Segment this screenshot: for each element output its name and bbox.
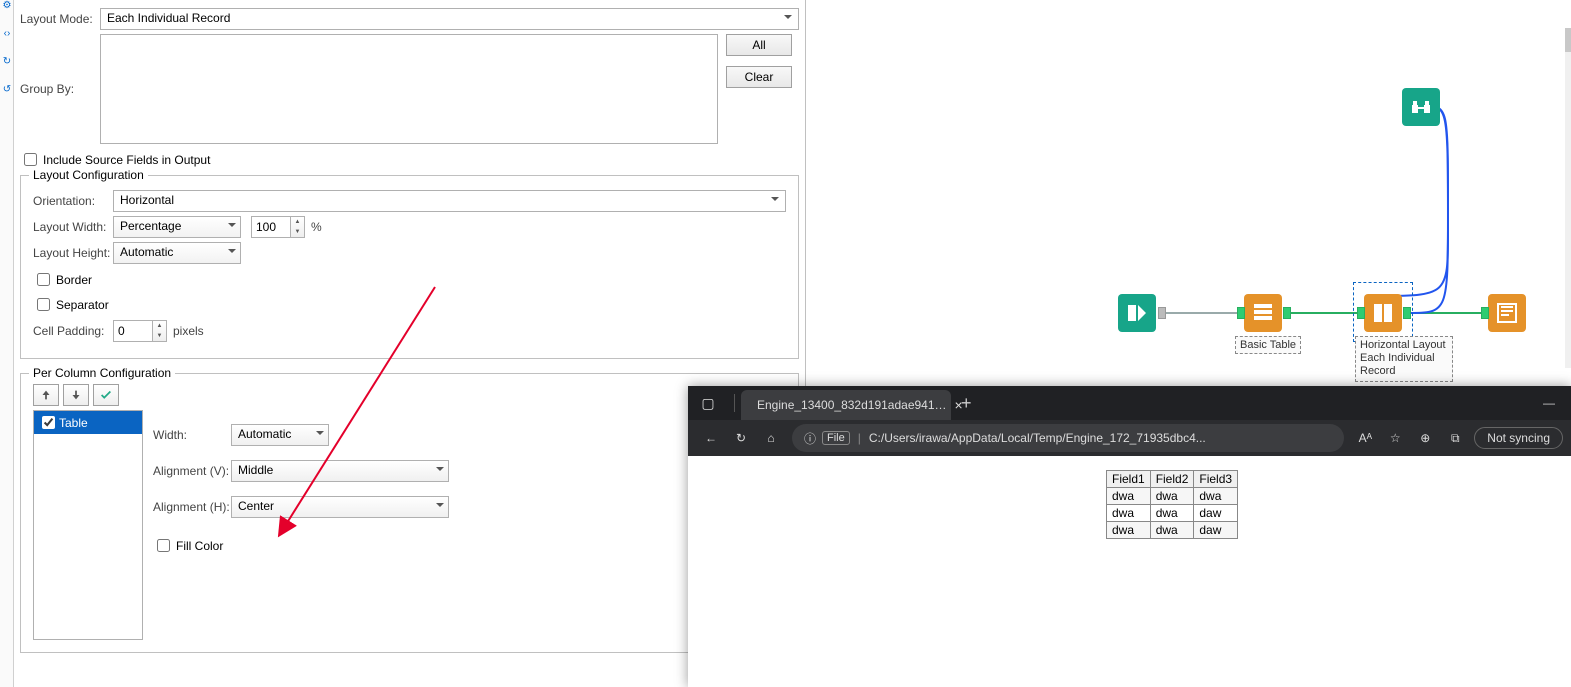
toggle-icon[interactable]: ‹› <box>0 28 14 42</box>
refresh-icon[interactable]: ↻ <box>0 56 14 70</box>
table-row: dwadwadaw <box>1107 505 1238 522</box>
orientation-dropdown[interactable]: Horizontal <box>113 190 786 212</box>
layout-width-spinner[interactable]: ▲▼ <box>291 216 305 238</box>
cell-padding-label: Cell Padding: <box>33 324 113 338</box>
layout-width-mode-dropdown[interactable]: Percentage <box>113 216 241 238</box>
table-header: Field3 <box>1194 471 1238 488</box>
new-tab-button[interactable]: + <box>961 393 972 414</box>
column-list-item-table[interactable]: Table <box>34 411 142 434</box>
node-port[interactable] <box>1158 307 1166 319</box>
browser-toolbar: ← ↻ ⌂ ⓘ File | C:/Users/irawa/AppData/Lo… <box>688 420 1571 456</box>
browser-window: ▢ Engine_13400_832d191adae941… × + — ← ↻… <box>688 386 1571 687</box>
move-up-button[interactable] <box>33 384 59 406</box>
url-text: C:/Users/irawa/AppData/Local/Temp/Engine… <box>869 431 1206 445</box>
horizontal-layout-node[interactable] <box>1364 294 1402 332</box>
layout-config-group: Layout Configuration Orientation: Horizo… <box>20 175 799 359</box>
groupby-textarea[interactable] <box>100 34 718 144</box>
home-button[interactable]: ⌂ <box>756 431 786 445</box>
clear-button[interactable]: Clear <box>726 66 792 88</box>
per-column-legend: Per Column Configuration <box>29 366 175 380</box>
horizontal-layout-label: Horizontal LayoutEach IndividualRecord <box>1355 336 1453 382</box>
layout-width-unit: % <box>311 220 322 234</box>
confirm-button[interactable] <box>93 384 119 406</box>
orientation-label: Orientation: <box>33 194 113 208</box>
output-table: Field1 Field2 Field3 dwadwadwa dwadwadaw… <box>1106 470 1238 539</box>
workflow-canvas[interactable]: Basic Table Horizontal LayoutEach Indivi… <box>808 0 1571 380</box>
col-ah-label: Alignment (H): <box>153 500 231 514</box>
layout-config-legend: Layout Configuration <box>29 168 148 182</box>
browser-tab-title: Engine_13400_832d191adae941… <box>757 398 947 412</box>
browser-titlebar[interactable]: ▢ Engine_13400_832d191adae941… × + — <box>688 386 1571 420</box>
node-port[interactable] <box>1357 307 1365 319</box>
include-source-label: Include Source Fields in Output <box>43 153 210 167</box>
cell-padding-unit: pixels <box>173 324 204 338</box>
cell-padding-spinner[interactable]: ▲▼ <box>153 320 167 342</box>
refresh-button[interactable]: ↻ <box>726 431 756 445</box>
layout-width-label: Layout Width: <box>33 220 113 234</box>
browse-tool-node[interactable] <box>1402 88 1440 126</box>
col-av-label: Alignment (V): <box>153 464 231 478</box>
cell-padding-value[interactable] <box>113 320 153 342</box>
border-label: Border <box>56 273 92 287</box>
minimize-button[interactable]: — <box>1527 386 1571 420</box>
undo-icon[interactable]: ↺ <box>0 84 14 98</box>
layout-height-label: Layout Height: <box>33 246 113 260</box>
separator-checkbox[interactable] <box>37 298 50 311</box>
bookmark-icon[interactable]: ☆ <box>1380 431 1410 445</box>
file-scheme-chip: File <box>822 431 850 445</box>
border-checkbox[interactable] <box>37 273 50 286</box>
browser-tab[interactable]: Engine_13400_832d191adae941… × <box>741 390 951 420</box>
browser-page: Field1 Field2 Field3 dwadwadwa dwadwadaw… <box>688 456 1571 687</box>
reading-mode-icon[interactable]: Aᴬ <box>1350 431 1380 445</box>
table-row: dwadwadaw <box>1107 522 1238 539</box>
separator-label: Separator <box>56 298 109 312</box>
per-column-group: Per Column Configuration Table Width: Au… <box>20 373 799 653</box>
layout-height-mode-dropdown[interactable]: Automatic <box>113 242 241 264</box>
column-list[interactable]: Table <box>33 410 143 640</box>
node-port[interactable] <box>1283 307 1291 319</box>
groupby-label: Group By: <box>20 82 100 96</box>
basic-table-node[interactable] <box>1244 294 1282 332</box>
basic-table-label: Basic Table <box>1235 336 1301 354</box>
col-width-dropdown[interactable]: Automatic <box>231 424 329 446</box>
layout-width-value[interactable] <box>251 216 291 238</box>
table-header: Field1 <box>1107 471 1151 488</box>
back-button[interactable]: ← <box>696 431 726 445</box>
column-list-item-label: Table <box>59 416 88 430</box>
tab-switcher-icon[interactable]: ▢ <box>688 395 728 412</box>
layout-mode-label: Layout Mode: <box>20 12 100 26</box>
gear-icon[interactable]: ⚙ <box>0 0 14 14</box>
move-down-button[interactable] <box>63 384 89 406</box>
table-row: dwadwadwa <box>1107 488 1238 505</box>
favorites-icon[interactable]: ⊕ <box>1410 431 1440 445</box>
sync-button[interactable]: Not syncing <box>1474 427 1563 449</box>
all-button[interactable]: All <box>726 34 792 56</box>
include-source-checkbox[interactable] <box>24 153 37 166</box>
node-port[interactable] <box>1237 307 1245 319</box>
address-bar[interactable]: ⓘ File | C:/Users/irawa/AppData/Local/Te… <box>792 424 1344 452</box>
fill-color-label: Fill Color <box>176 539 223 553</box>
layout-mode-dropdown[interactable]: Each Individual Record <box>100 8 799 30</box>
col-ah-dropdown[interactable]: Center <box>231 496 449 518</box>
left-rail: ⚙ ‹› ↻ ↺ <box>0 0 14 687</box>
canvas-scrollbar[interactable] <box>1565 28 1571 368</box>
col-width-label: Width: <box>153 428 231 442</box>
fill-color-checkbox[interactable] <box>157 539 170 552</box>
column-list-item-checkbox[interactable] <box>42 416 55 429</box>
table-header: Field2 <box>1150 471 1194 488</box>
col-av-dropdown[interactable]: Middle <box>231 460 449 482</box>
node-port[interactable] <box>1403 307 1411 319</box>
collections-icon[interactable]: ⧉ <box>1440 431 1470 446</box>
site-info-icon[interactable]: ⓘ <box>804 430 816 447</box>
node-port[interactable] <box>1481 307 1489 319</box>
input-tool-node[interactable] <box>1118 294 1156 332</box>
render-tool-node[interactable] <box>1488 294 1526 332</box>
